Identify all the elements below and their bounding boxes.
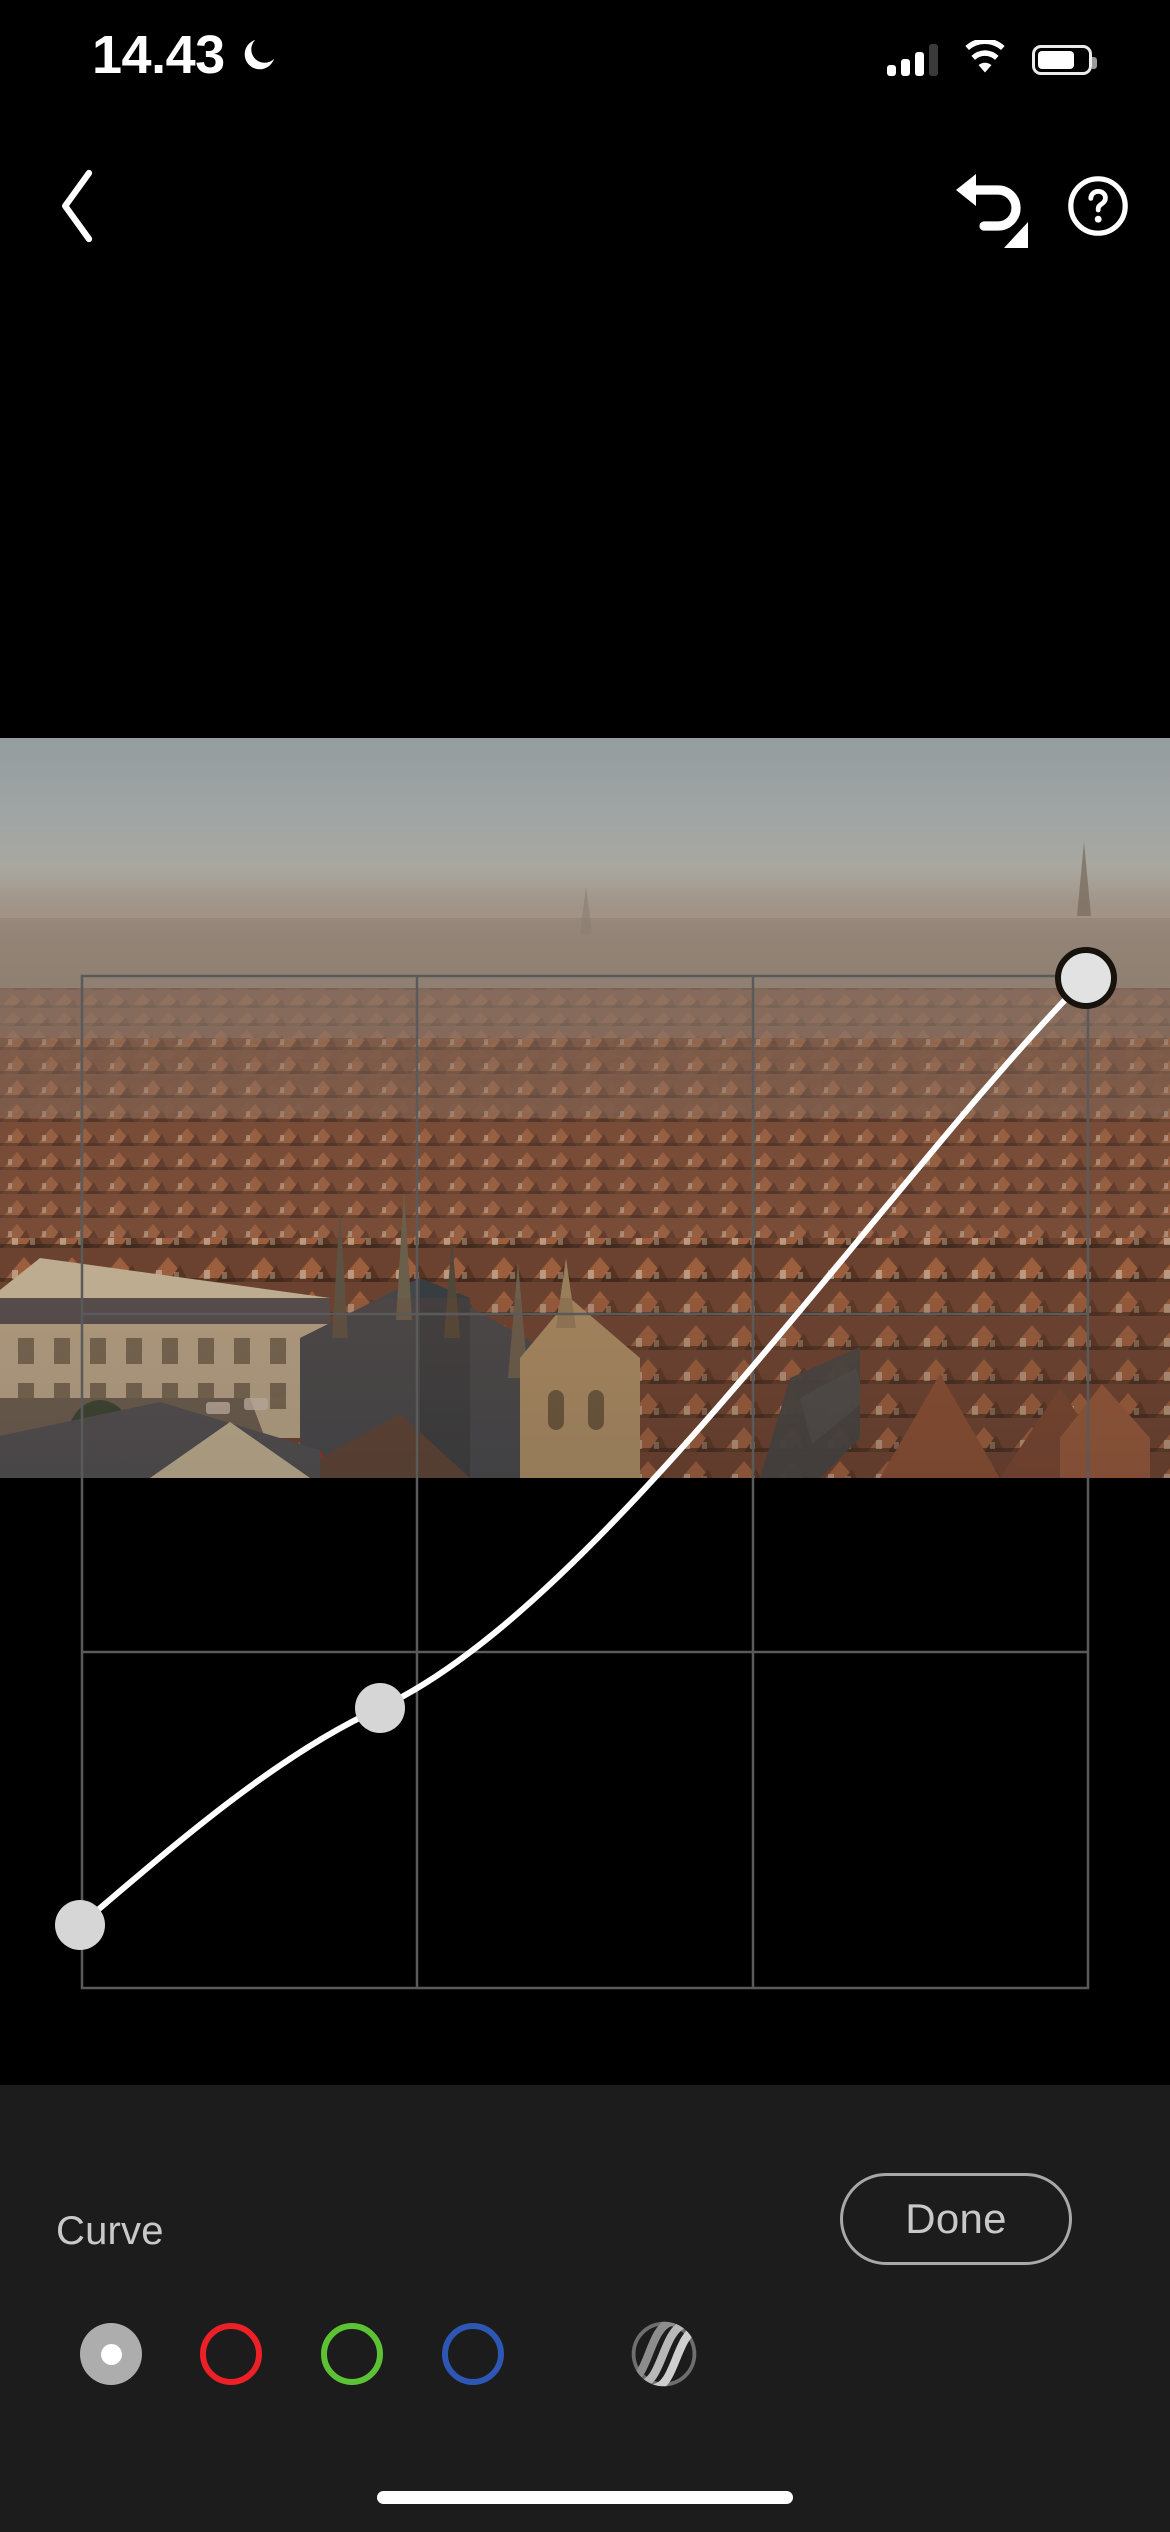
done-button-label: Done [905, 2195, 1007, 2242]
red-circle-icon [200, 2323, 262, 2385]
undo-arrow-icon [956, 174, 1028, 248]
blue-circle-icon [442, 2323, 504, 2385]
status-time: 14.43 [92, 25, 225, 85]
bottom-toolbar: Curve Done [0, 2085, 1170, 2532]
chevron-left-icon [62, 169, 93, 243]
photo-preview[interactable] [0, 738, 1170, 1478]
channel-red[interactable] [192, 2315, 270, 2393]
channel-luminance[interactable] [72, 2315, 150, 2393]
status-time-group: 14.43 [92, 28, 279, 82]
done-button[interactable]: Done [840, 2173, 1072, 2265]
wifi-icon [962, 38, 1008, 79]
back-button[interactable] [36, 164, 120, 248]
question-mark-circle-icon [1068, 176, 1128, 236]
luminance-circle-icon [80, 2323, 142, 2385]
undo-button[interactable] [946, 164, 1038, 256]
crescent-moon-icon [239, 35, 279, 75]
channel-blue[interactable] [434, 2315, 512, 2393]
shadows-control-point[interactable] [55, 1900, 105, 1950]
green-circle-icon [321, 2323, 383, 2385]
channel-selector [0, 2315, 1170, 2435]
tool-title: Curve [56, 2209, 164, 2253]
navigation-bar [0, 150, 1170, 260]
channel-green[interactable] [313, 2315, 391, 2393]
help-button[interactable] [1056, 164, 1140, 248]
aerial-cityscape-image [0, 738, 1170, 1478]
photo-editor-screen: 14.43 Curve Done [0, 0, 1170, 2532]
curve-presets-button[interactable] [604, 2315, 724, 2393]
signal-bars-icon [887, 43, 938, 76]
status-bar: 14.43 [0, 0, 1170, 120]
battery-icon [1032, 44, 1097, 75]
status-indicators [887, 38, 1097, 79]
home-indicator[interactable] [377, 2491, 793, 2504]
midtones-control-point[interactable] [355, 1683, 405, 1733]
curve-presets-icon [631, 2321, 697, 2387]
